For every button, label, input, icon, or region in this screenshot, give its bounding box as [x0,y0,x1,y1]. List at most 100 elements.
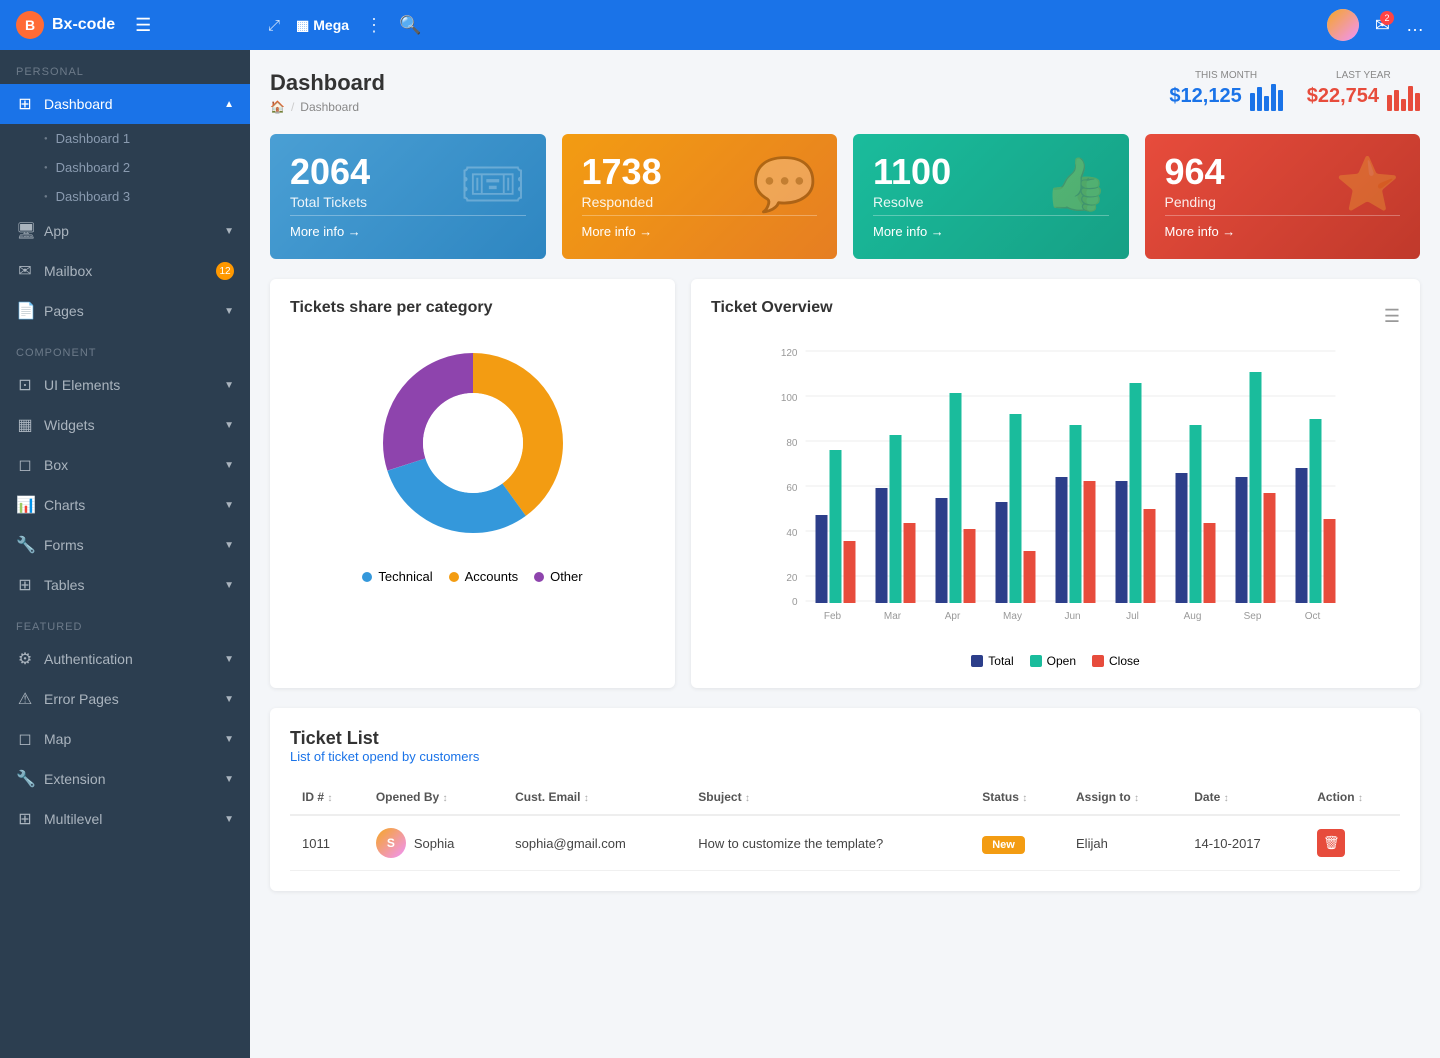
svg-text:Jul: Jul [1126,611,1139,622]
sidebar-item-widgets[interactable]: ▦ Widgets ▼ [0,405,250,445]
bar-jul-total [1116,481,1128,603]
sidebar-item-app[interactable]: 🖥 App ▼ [0,211,250,251]
mega-menu-button[interactable]: ▦ Mega [296,17,349,34]
stat-footer-resolve[interactable]: More info → [873,215,1109,239]
svg-text:0: 0 [792,597,798,608]
stat-card-resolve: 1100 Resolve 👍 More info → [853,134,1129,259]
chat-icon: 💬 [752,154,817,215]
sidebar-item-ui-elements[interactable]: ⊡ UI Elements ▼ [0,365,250,405]
legend-label-technical: Technical [378,569,432,584]
last-year-chart [1387,81,1420,111]
bar-jun-open [1070,425,1082,603]
ticket-icon: 🎟 [459,154,525,215]
mini-bar [1401,99,1406,111]
bar-sep-close [1264,493,1276,603]
svg-text:May: May [1003,611,1022,622]
avatar[interactable] [1327,9,1359,41]
sidebar-item-dashboard1[interactable]: Dashboard 1 [0,124,250,153]
svg-text:Apr: Apr [945,611,961,622]
chevron-down-icon-multi: ▼ [224,814,234,825]
app-icon: 🖥 [16,221,34,241]
sort-icon-action[interactable]: ↕ [1358,793,1363,804]
sidebar-item-multilevel[interactable]: ⊞ Multilevel ▼ [0,799,250,839]
sidebar-forms-label: Forms [44,537,84,553]
legend-other: Other [534,569,583,584]
breadcrumb-home-icon[interactable]: 🏠 [270,100,285,114]
fullscreen-icon[interactable]: ⤢ [268,17,280,34]
sidebar-item-authentication[interactable]: ⚙ Authentication ▼ [0,639,250,679]
breadcrumb: 🏠 / Dashboard [270,100,385,114]
sidebar-item-error-pages[interactable]: ⚠ Error Pages ▼ [0,679,250,719]
sidebar-featured-label: FEATURED [0,605,250,639]
sidebar-item-dashboard2[interactable]: Dashboard 2 [0,153,250,182]
delete-button[interactable]: 🗑 [1317,829,1345,857]
stat-footer-pending[interactable]: More info → [1165,215,1401,239]
sort-icon-subject[interactable]: ↕ [745,793,750,804]
sort-icon-date[interactable]: ↕ [1224,793,1229,804]
dashboard-icon: ⊞ [16,94,34,114]
mail-notification[interactable]: ✉ 2 [1375,15,1390,36]
sort-icon-id[interactable]: ↕ [327,793,332,804]
hamburger-icon[interactable]: ☰ [135,15,151,36]
chevron-down-icon-tables: ▼ [224,580,234,591]
sidebar-item-extension[interactable]: 🔧 Extension ▼ [0,759,250,799]
sidebar-app-label: App [44,223,69,239]
bar-jul-close [1144,509,1156,603]
sidebar-item-box[interactable]: ◻ Box ▼ [0,445,250,485]
map-icon: ◻ [16,729,34,749]
sort-icon-email[interactable]: ↕ [584,793,589,804]
sidebar-item-tables[interactable]: ⊞ Tables ▼ [0,565,250,605]
col-email: Cust. Email ↕ [503,780,686,815]
search-icon[interactable]: 🔍 [399,15,421,36]
status-badge: New [982,836,1025,854]
chevron-down-icon-pages: ▼ [224,306,234,317]
sidebar-item-map[interactable]: ◻ Map ▼ [0,719,250,759]
user-avatar: S [376,828,406,858]
col-subject: Sbuject ↕ [686,780,970,815]
stat-footer-tickets[interactable]: More info → [290,215,526,239]
stat-card-top: 2064 Total Tickets 🎟 [290,154,526,215]
extension-icon: 🔧 [16,769,34,789]
bar-legend-total: Total [971,654,1013,668]
sidebar-widgets-label: Widgets [44,417,95,433]
bar-apr-total [936,498,948,603]
bar-jun-total [1056,477,1068,603]
sidebar-extension-label: Extension [44,771,105,787]
last-year-label: LAST YEAR [1307,70,1420,81]
mini-bar [1257,87,1262,111]
mail-badge-count: 2 [1380,11,1394,25]
stat-card-top-3: 1100 Resolve 👍 [873,154,1109,215]
cell-date: 14-10-2017 [1182,815,1305,871]
bar-jul-open [1130,383,1142,603]
chart-menu-icon[interactable]: ☰ [1384,306,1400,327]
bar-feb-open [830,450,842,603]
col-assign: Assign to ↕ [1064,780,1182,815]
dots-menu-button[interactable]: ⋮ [365,15,383,36]
page-header-left: Dashboard 🏠 / Dashboard [270,70,385,114]
bar-aug-open [1190,425,1202,603]
bar-mar-close [904,523,916,603]
legend-dot-technical [362,572,372,582]
sidebar-item-pages[interactable]: 📄 Pages ▼ [0,291,250,331]
sidebar-item-charts[interactable]: 📊 Charts ▼ [0,485,250,525]
legend-color-total [971,655,983,667]
sort-icon-opened[interactable]: ↕ [443,793,448,804]
sort-icon-status[interactable]: ↕ [1022,793,1027,804]
multilevel-icon: ⊞ [16,809,34,829]
widgets-icon: ▦ [16,415,34,435]
user-name: Sophia [414,836,454,851]
sidebar-item-mailbox[interactable]: ✉ Mailbox 12 [0,251,250,291]
bar-may-open [1010,414,1022,603]
sidebar-item-dashboard3[interactable]: Dashboard 3 [0,182,250,211]
svg-text:40: 40 [786,528,798,539]
bar-feb-total [816,515,828,603]
chevron-down-icon-map: ▼ [224,734,234,745]
more-options-icon[interactable]: … [1406,15,1424,36]
sidebar-item-forms[interactable]: 🔧 Forms ▼ [0,525,250,565]
sidebar-item-dashboard[interactable]: ⊞ Dashboard ▲ [0,84,250,124]
stat-footer-responded[interactable]: More info → [582,215,818,239]
mini-bar [1271,84,1276,111]
sort-icon-assign[interactable]: ↕ [1134,793,1139,804]
bar-aug-close [1204,523,1216,603]
bar-apr-open [950,393,962,603]
